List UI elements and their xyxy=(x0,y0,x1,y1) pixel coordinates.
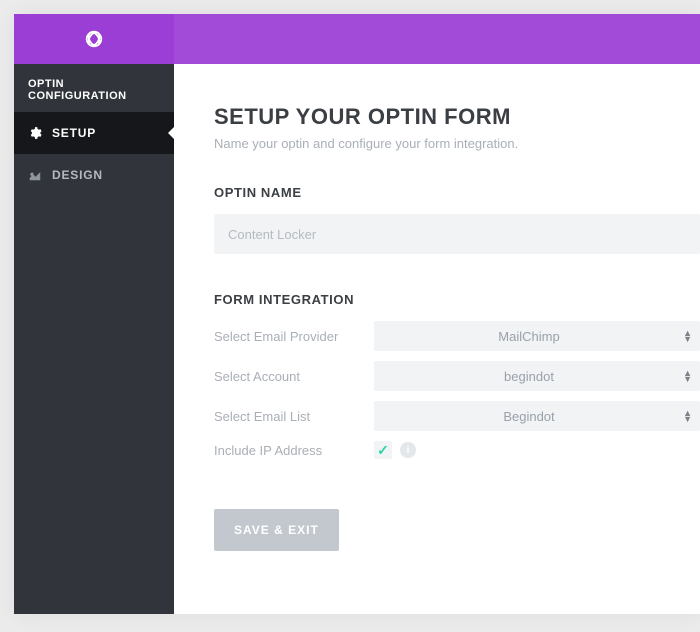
sidebar-item-design[interactable]: DESIGN xyxy=(14,154,174,196)
row-include-ip: Include IP Address ✓ i xyxy=(214,441,700,459)
select-email-list[interactable]: Begindot xyxy=(374,401,700,431)
bloom-logo-icon xyxy=(81,26,107,52)
optin-name-input[interactable] xyxy=(214,214,700,254)
sidebar-item-label: SETUP xyxy=(52,126,96,140)
select-email-provider[interactable]: MailChimp xyxy=(374,321,700,351)
gear-icon xyxy=(28,126,42,140)
sidebar-header: OPTIN CONFIGURATION xyxy=(14,64,174,112)
label-account: Select Account xyxy=(214,369,374,384)
page-title: SETUP YOUR OPTIN FORM xyxy=(214,104,700,130)
select-email-list-wrap: Begindot ▲▼ xyxy=(374,401,700,431)
save-exit-button[interactable]: SAVE & EXIT xyxy=(214,509,339,551)
checkbox-include-ip[interactable]: ✓ xyxy=(374,441,392,459)
select-email-provider-wrap: MailChimp ▲▼ xyxy=(374,321,700,351)
label-email-list: Select Email List xyxy=(214,409,374,424)
select-account[interactable]: begindot xyxy=(374,361,700,391)
sidebar-item-setup[interactable]: SETUP xyxy=(14,112,174,154)
info-icon[interactable]: i xyxy=(400,442,416,458)
app-shell: OPTIN CONFIGURATION SETUP DESIGN SETUP Y… xyxy=(14,14,700,614)
label-email-provider: Select Email Provider xyxy=(214,329,374,344)
label-include-ip: Include IP Address xyxy=(214,443,374,458)
check-icon: ✓ xyxy=(377,442,389,459)
sidebar: OPTIN CONFIGURATION SETUP DESIGN xyxy=(14,64,174,614)
topbar xyxy=(14,14,700,64)
form-integration-heading: FORM INTEGRATION xyxy=(214,292,700,307)
logo xyxy=(14,14,174,64)
page-subtitle: Name your optin and configure your form … xyxy=(214,136,700,151)
row-account: Select Account begindot ▲▼ xyxy=(214,361,700,391)
row-email-list: Select Email List Begindot ▲▼ xyxy=(214,401,700,431)
content: SETUP YOUR OPTIN FORM Name your optin an… xyxy=(174,64,700,614)
row-email-provider: Select Email Provider MailChimp ▲▼ xyxy=(214,321,700,351)
design-icon xyxy=(28,168,42,182)
select-account-wrap: begindot ▲▼ xyxy=(374,361,700,391)
optin-name-heading: OPTIN NAME xyxy=(214,185,700,200)
sidebar-item-label: DESIGN xyxy=(52,168,103,182)
